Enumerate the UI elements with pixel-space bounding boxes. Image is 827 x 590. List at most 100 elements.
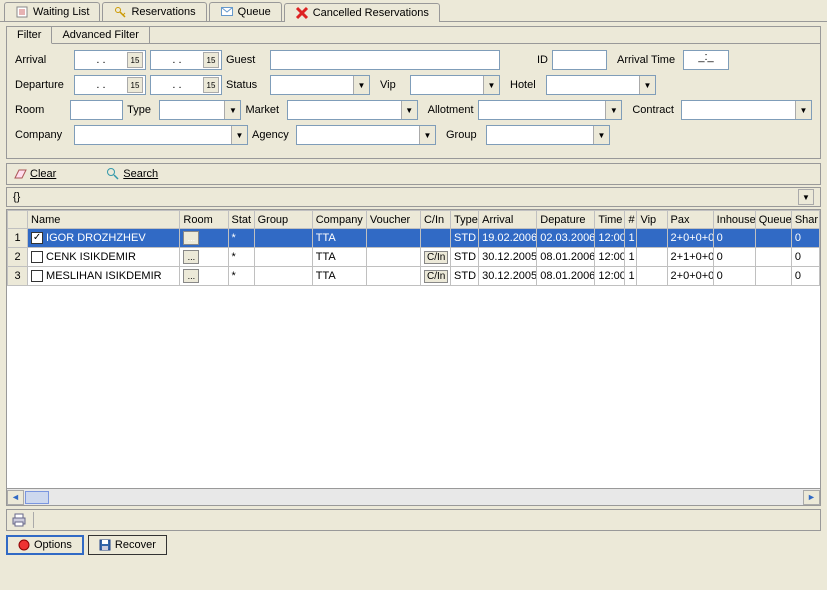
- col-cin[interactable]: C/In: [420, 211, 450, 229]
- scroll-right-icon[interactable]: ►: [803, 490, 820, 505]
- col-name[interactable]: Name: [28, 211, 180, 229]
- calendar-icon[interactable]: 15: [127, 52, 143, 68]
- chevron-down-icon: ▼: [605, 101, 621, 119]
- tab-filter[interactable]: Filter: [7, 27, 52, 44]
- room-field[interactable]: [70, 100, 123, 120]
- room-picker-button[interactable]: ...: [183, 269, 199, 283]
- tab-reservations[interactable]: Reservations: [102, 2, 206, 21]
- cell-name: CENK ISIKDEMIR: [28, 248, 180, 267]
- arrival-time-field[interactable]: _:_: [683, 50, 729, 70]
- tab-waiting-list[interactable]: Waiting List: [4, 2, 100, 21]
- cell-company: TTA: [312, 229, 366, 248]
- type-dropdown[interactable]: ▼: [159, 100, 241, 120]
- scroll-left-icon[interactable]: ◄: [7, 490, 24, 505]
- cell-pax: 2+0+0+0: [667, 267, 713, 286]
- table-row[interactable]: 2CENK ISIKDEMIR...*TTAC/InSTD30.12.20050…: [8, 248, 820, 267]
- row-checkbox[interactable]: [31, 232, 43, 244]
- chevron-down-icon: ▼: [593, 126, 609, 144]
- agency-dropdown[interactable]: ▼: [296, 125, 436, 145]
- col-status[interactable]: Stat: [228, 211, 254, 229]
- cell-type: STD: [451, 248, 479, 267]
- arrival-to-input[interactable]: . . 15: [150, 50, 222, 70]
- room-picker-button[interactable]: ...: [183, 231, 199, 245]
- col-shared[interactable]: Shar: [791, 211, 819, 229]
- chevron-down-icon[interactable]: ▼: [798, 189, 814, 205]
- label-status: Status: [226, 79, 266, 91]
- col-inhouse[interactable]: Inhouse: [713, 211, 755, 229]
- col-vip[interactable]: Vip: [637, 211, 667, 229]
- cell-company: TTA: [312, 248, 366, 267]
- col-time[interactable]: Time: [595, 211, 625, 229]
- col-type[interactable]: Type: [451, 211, 479, 229]
- checkin-button[interactable]: C/In: [424, 270, 448, 283]
- col-group[interactable]: Group: [254, 211, 312, 229]
- label-company: Company: [15, 129, 70, 141]
- col-pax[interactable]: Pax: [667, 211, 713, 229]
- cell-shared: 0: [791, 267, 819, 286]
- row-number: 3: [8, 267, 28, 286]
- cell-name: IGOR DROZHZHEV: [28, 229, 180, 248]
- horizontal-scrollbar[interactable]: ◄ ►: [6, 489, 821, 506]
- print-button[interactable]: [11, 513, 27, 527]
- label-contract: Contract: [632, 104, 677, 116]
- tab-advanced-filter[interactable]: Advanced Filter: [52, 27, 149, 44]
- cell-arrival: 30.12.2005: [479, 267, 537, 286]
- col-hash[interactable]: #: [625, 211, 637, 229]
- label-hotel: Hotel: [510, 79, 542, 91]
- market-dropdown[interactable]: ▼: [287, 100, 418, 120]
- scroll-thumb[interactable]: [25, 491, 49, 504]
- id-field[interactable]: [552, 50, 607, 70]
- col-departure[interactable]: Depature: [537, 211, 595, 229]
- tab-label: Reservations: [131, 6, 195, 18]
- recover-button[interactable]: Recover: [88, 535, 167, 555]
- chevron-down-icon: ▼: [231, 126, 247, 144]
- col-room[interactable]: Room: [180, 211, 228, 229]
- arrival-from-input[interactable]: . . 15: [74, 50, 146, 70]
- table-row[interactable]: 3MESLIHAN ISIKDEMIR...*TTAC/InSTD30.12.2…: [8, 267, 820, 286]
- cell-status: *: [228, 267, 254, 286]
- calendar-icon[interactable]: 15: [203, 77, 219, 93]
- col-voucher[interactable]: Voucher: [366, 211, 420, 229]
- col-queue[interactable]: Queue: [755, 211, 791, 229]
- calendar-icon[interactable]: 15: [127, 77, 143, 93]
- col-company[interactable]: Company: [312, 211, 366, 229]
- label-arrival-time: Arrival Time: [617, 54, 679, 66]
- hotel-dropdown[interactable]: ▼: [546, 75, 656, 95]
- contract-dropdown[interactable]: ▼: [681, 100, 812, 120]
- row-checkbox[interactable]: [31, 270, 43, 282]
- action-bar: Clear Search: [6, 163, 821, 185]
- tab-cancelled-reservations[interactable]: Cancelled Reservations: [284, 3, 440, 22]
- cell-hash: 1: [625, 229, 637, 248]
- vip-dropdown[interactable]: ▼: [410, 75, 500, 95]
- departure-from-input[interactable]: . . 15: [74, 75, 146, 95]
- col-arrival[interactable]: Arrival: [479, 211, 537, 229]
- checkin-button[interactable]: C/In: [424, 251, 448, 264]
- print-bar: [6, 509, 821, 531]
- cell-company: TTA: [312, 267, 366, 286]
- options-button[interactable]: Options: [6, 535, 84, 555]
- row-number: 2: [8, 248, 28, 267]
- label-room: Room: [15, 104, 66, 116]
- cell-arrival: 19.02.2006: [479, 229, 537, 248]
- tab-queue[interactable]: Queue: [209, 2, 282, 21]
- label-departure: Departure: [15, 79, 70, 91]
- status-dropdown[interactable]: ▼: [270, 75, 370, 95]
- company-dropdown[interactable]: ▼: [74, 125, 248, 145]
- cell-room: ...: [180, 248, 228, 267]
- departure-to-input[interactable]: . . 15: [150, 75, 222, 95]
- group-dropdown[interactable]: ▼: [486, 125, 610, 145]
- search-button[interactable]: Search: [106, 167, 158, 181]
- room-picker-button[interactable]: ...: [183, 250, 199, 264]
- chevron-down-icon: ▼: [401, 101, 417, 119]
- label-group: Group: [446, 129, 482, 141]
- clear-button[interactable]: Clear: [13, 168, 56, 180]
- cell-vip: [637, 229, 667, 248]
- table-row[interactable]: 1IGOR DROZHZHEV...*TTASTD19.02.200602.03…: [8, 229, 820, 248]
- cell-time: 12:00: [595, 248, 625, 267]
- row-checkbox[interactable]: [31, 251, 43, 263]
- allotment-dropdown[interactable]: ▼: [478, 100, 623, 120]
- col-rownum[interactable]: [8, 211, 28, 229]
- guest-field[interactable]: [270, 50, 500, 70]
- calendar-icon[interactable]: 15: [203, 52, 219, 68]
- record-icon: [18, 539, 30, 551]
